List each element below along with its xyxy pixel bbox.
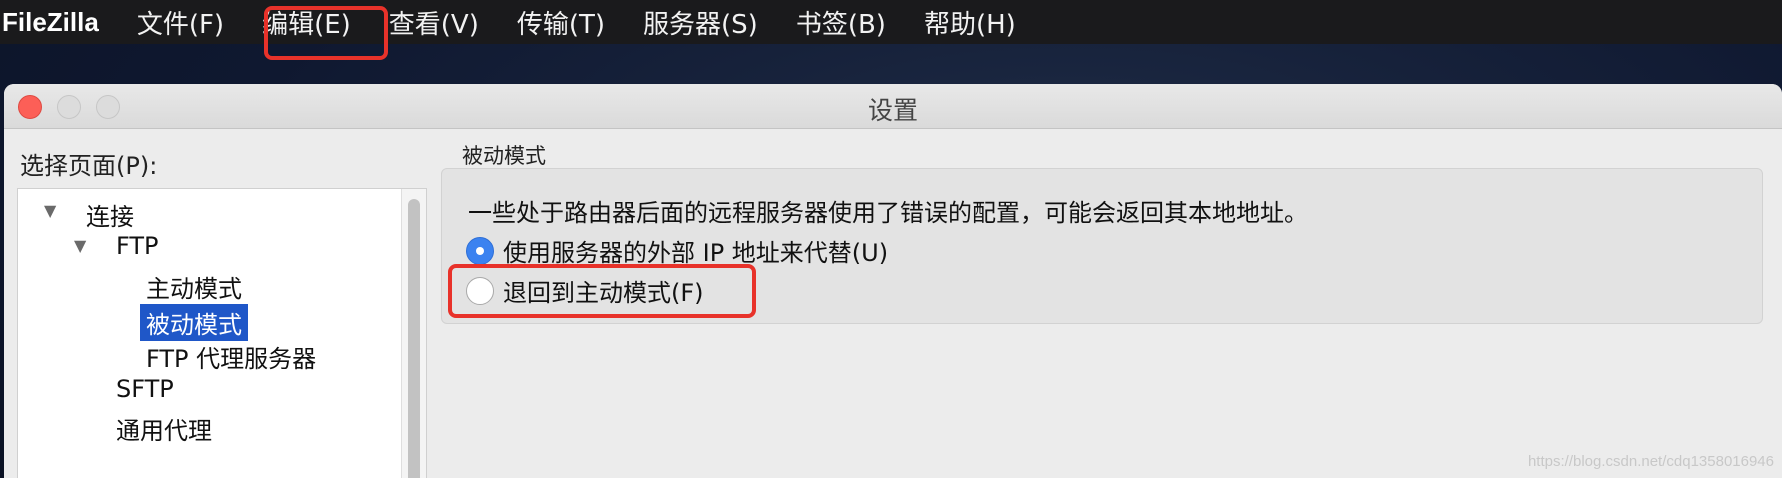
option-label: 使用服务器的外部 IP 地址来代替(U) [503, 239, 889, 267]
fallback-option-highlight [448, 264, 756, 318]
watermark: https://blog.csdn.net/cdq1358016946 [1527, 453, 1774, 470]
tree-item-active-mode[interactable]: 主动模式 [146, 269, 242, 304]
menu-bookmarks[interactable]: 书签(B) [796, 4, 886, 41]
tree-item-ftp-proxy[interactable]: FTP 代理服务器 [146, 339, 316, 374]
expand-triangle-icon[interactable]: ▼ [74, 236, 86, 255]
settings-page-tree: ▼ 连接 ▼ FTP 主动模式 被动模式 FTP 代理服务器 SFTP 通用代理 [17, 188, 427, 478]
radio-selected-icon[interactable] [466, 236, 494, 265]
tree-item-ftp[interactable]: FTP [116, 232, 159, 260]
tree-item-sftp[interactable]: SFTP [116, 375, 174, 403]
option-use-external-ip[interactable]: 使用服务器的外部 IP 地址来代替(U) [466, 233, 888, 268]
expand-triangle-icon[interactable]: ▼ [44, 201, 56, 220]
tree-item-generic-proxy[interactable]: 通用代理 [116, 411, 212, 446]
menu-view[interactable]: 查看(V) [389, 4, 479, 41]
tree-scrollbar[interactable] [401, 189, 426, 478]
settings-window: 设置 选择页面(P): ▼ 连接 ▼ FTP 主动模式 被动模式 FTP 代理服… [4, 84, 1782, 478]
tree-item-connection[interactable]: 连接 [86, 197, 134, 232]
menu-help[interactable]: 帮助(H) [924, 4, 1016, 41]
menu-server[interactable]: 服务器(S) [643, 4, 758, 41]
menu-file[interactable]: 文件(F) [137, 4, 224, 41]
page-select-label: 选择页面(P): [20, 152, 158, 180]
app-name-menu[interactable]: FileZilla [2, 7, 99, 38]
section-title: 被动模式 [462, 144, 546, 168]
edit-menu-highlight [264, 6, 388, 60]
passive-mode-description: 一些处于路由器后面的远程服务器使用了错误的配置，可能会返回其本地地址。 [468, 199, 1308, 227]
menu-transfer[interactable]: 传输(T) [517, 4, 605, 41]
window-titlebar: 设置 [4, 84, 1782, 129]
scrollbar-thumb[interactable] [408, 199, 420, 478]
window-title: 设置 [867, 96, 918, 125]
tree-item-passive-mode[interactable]: 被动模式 [140, 304, 248, 341]
